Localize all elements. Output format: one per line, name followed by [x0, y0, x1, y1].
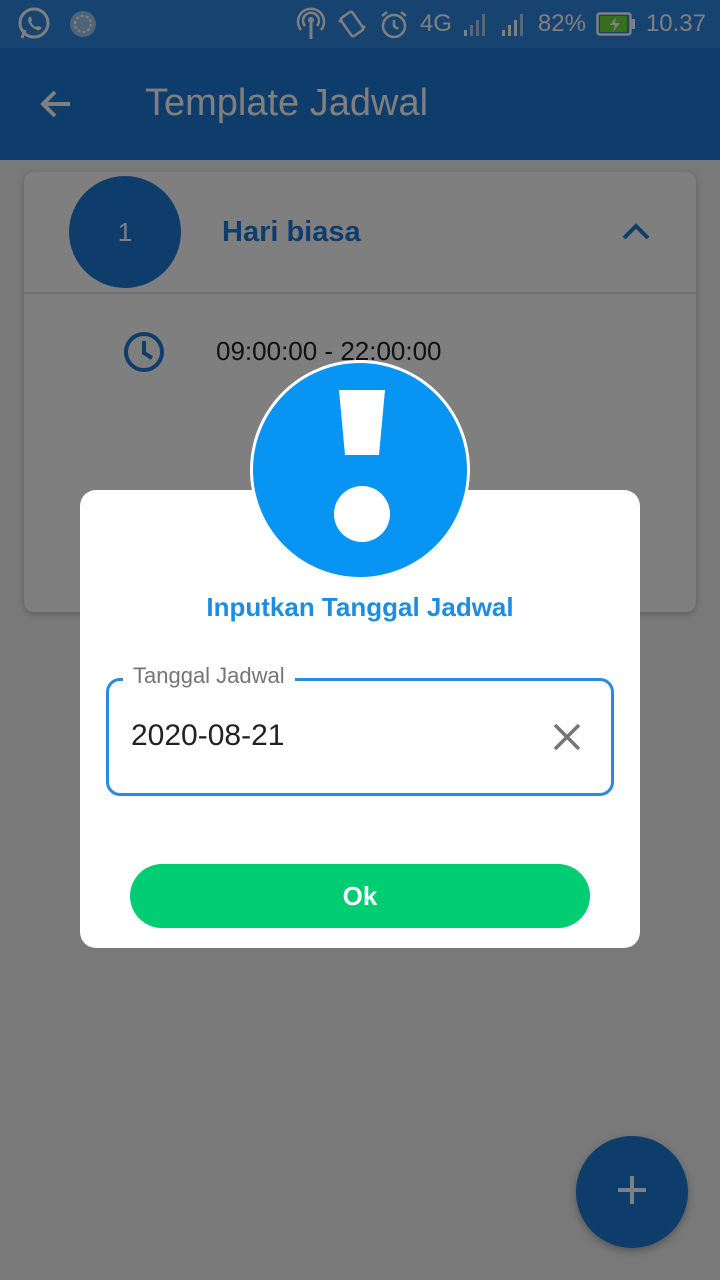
close-icon[interactable]	[549, 719, 585, 755]
date-field-label: Tanggal Jadwal	[123, 663, 295, 689]
exclamation-icon	[250, 360, 470, 580]
ok-button[interactable]: Ok	[130, 864, 590, 928]
dialog-title: Inputkan Tanggal Jadwal	[206, 592, 514, 622]
date-field[interactable]: Tanggal Jadwal	[106, 663, 614, 796]
date-input[interactable]	[131, 709, 531, 763]
